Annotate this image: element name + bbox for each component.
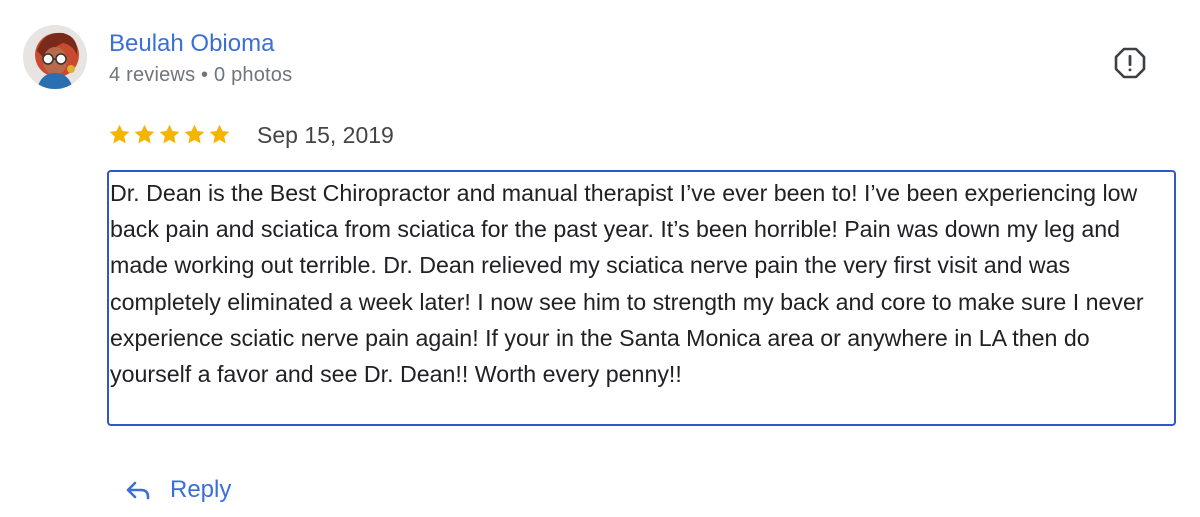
report-flag-icon [1114, 47, 1146, 79]
review-text: Dr. Dean is the Best Chiropractor and ma… [107, 170, 1176, 426]
reply-label: Reply [170, 476, 232, 503]
author-name[interactable]: Beulah Obioma [109, 30, 274, 58]
author-review-count: 4 reviews • 0 photos [109, 64, 293, 86]
report-review-button[interactable] [1112, 45, 1148, 81]
review-date: Sep 15, 2019 [257, 122, 394, 148]
star-icon [159, 124, 180, 143]
review-card: Beulah Obioma 4 reviews • 0 photos Sep 1… [0, 0, 1200, 517]
star-icon [184, 124, 205, 143]
star-icon [209, 124, 230, 143]
author-avatar[interactable] [23, 25, 87, 89]
avatar-image [23, 25, 87, 89]
star-icon [134, 124, 155, 143]
reply-button[interactable]: Reply [124, 474, 231, 506]
star-icon [109, 124, 130, 143]
reply-arrow-icon [126, 481, 150, 500]
star-rating [108, 121, 231, 147]
